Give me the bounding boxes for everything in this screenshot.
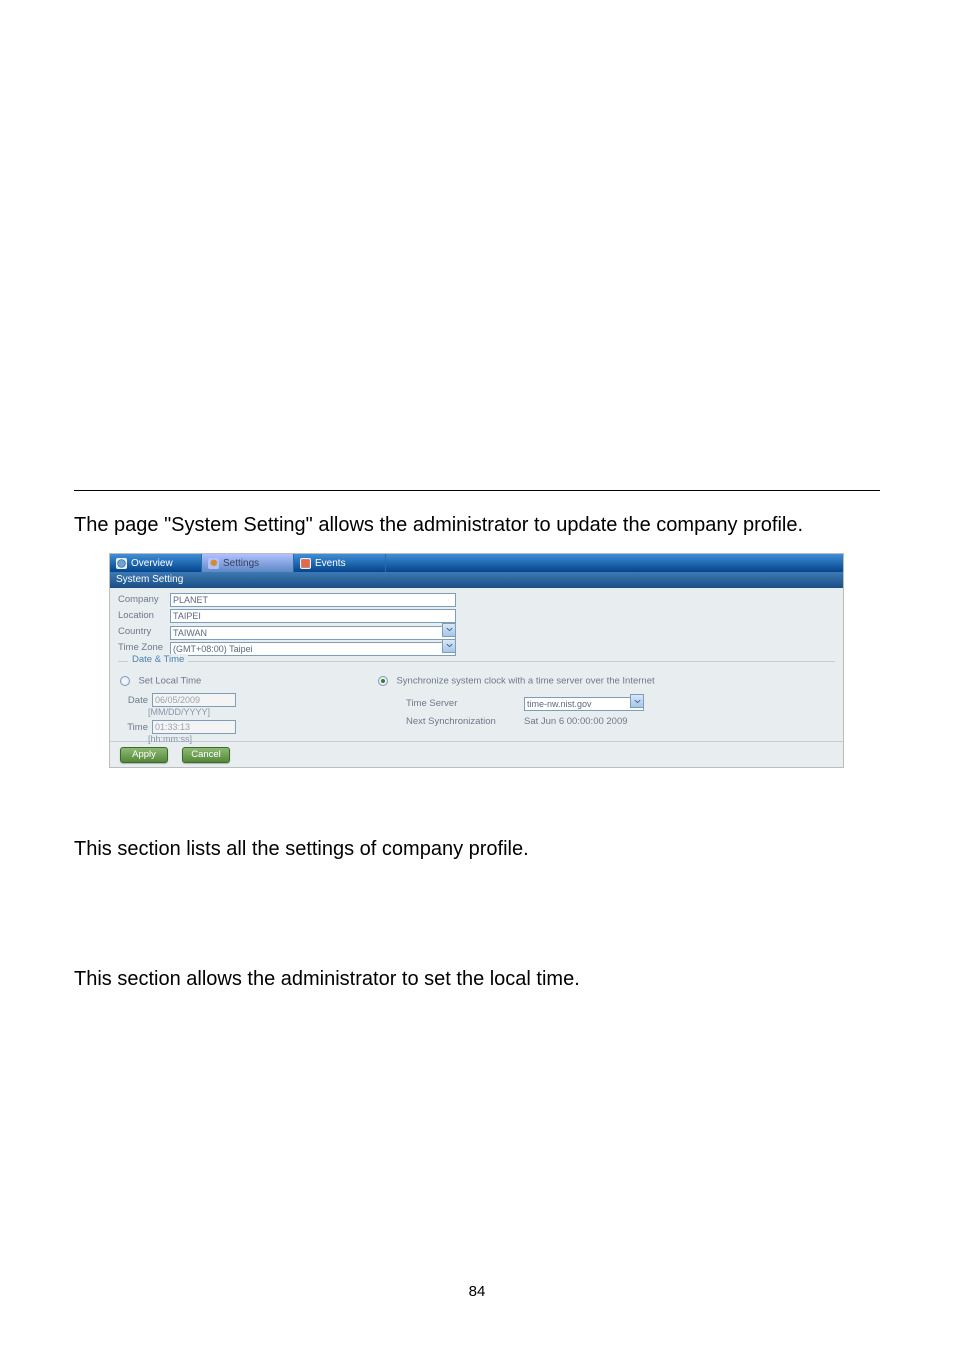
- subtab-system-setting: System Setting: [110, 572, 843, 588]
- chevron-down-icon[interactable]: [442, 623, 456, 637]
- cancel-button[interactable]: Cancel: [182, 747, 230, 763]
- tab-events[interactable]: Events: [294, 554, 386, 572]
- country-select[interactable]: [170, 626, 456, 640]
- company-label: Company: [118, 594, 170, 605]
- next-sync-label: Next Synchronization: [406, 716, 524, 727]
- date-format-hint: [MM/DD/YYYY]: [148, 707, 378, 717]
- location-label: Location: [118, 610, 170, 621]
- time-server-select[interactable]: [524, 697, 644, 711]
- events-icon: [300, 558, 311, 569]
- system-setting-screenshot: Overview Settings Events System Setting …: [109, 553, 844, 768]
- local-time-section-text: This section allows the administrator to…: [74, 968, 580, 991]
- timezone-select[interactable]: [170, 642, 456, 656]
- date-time-fieldset: Date & Time: [118, 661, 835, 662]
- apply-button[interactable]: Apply: [120, 747, 168, 763]
- chevron-down-icon[interactable]: [630, 694, 644, 708]
- settings-panel: Company Location Country Time Zone Date …: [110, 588, 843, 741]
- intro-paragraph: The page "System Setting" allows the adm…: [74, 514, 880, 537]
- tab-label: Settings: [223, 558, 259, 569]
- time-format-hint: [hh:mm:ss]: [148, 734, 378, 744]
- tab-settings[interactable]: Settings: [202, 554, 294, 572]
- company-profile-section-text: This section lists all the settings of c…: [74, 838, 529, 861]
- company-input[interactable]: [170, 593, 456, 607]
- sync-internet-label: Synchronize system clock with a time ser…: [396, 675, 654, 686]
- time-server-label: Time Server: [406, 698, 524, 709]
- tab-bar: Overview Settings Events: [110, 554, 843, 572]
- tab-label: Overview: [131, 558, 173, 569]
- tab-overview[interactable]: Overview: [110, 554, 202, 572]
- country-label: Country: [118, 626, 170, 637]
- tab-label: Events: [315, 558, 346, 569]
- date-input[interactable]: [152, 693, 236, 707]
- time-label: Time: [120, 722, 148, 733]
- page-number: 84: [0, 1283, 954, 1300]
- chevron-down-icon[interactable]: [442, 639, 456, 653]
- timezone-label: Time Zone: [118, 642, 170, 653]
- date-label: Date: [120, 695, 148, 706]
- sync-internet-radio[interactable]: [378, 676, 388, 686]
- button-bar: Apply Cancel: [110, 741, 843, 767]
- horizontal-rule: [74, 490, 880, 491]
- set-local-time-label: Set Local Time: [138, 675, 201, 686]
- next-sync-value: Sat Jun 6 00:00:00 2009: [524, 716, 628, 727]
- time-input[interactable]: [152, 720, 236, 734]
- settings-icon: [208, 558, 219, 569]
- overview-icon: [116, 558, 127, 569]
- date-time-legend: Date & Time: [128, 654, 188, 665]
- location-input[interactable]: [170, 609, 456, 623]
- set-local-time-radio[interactable]: [120, 676, 130, 686]
